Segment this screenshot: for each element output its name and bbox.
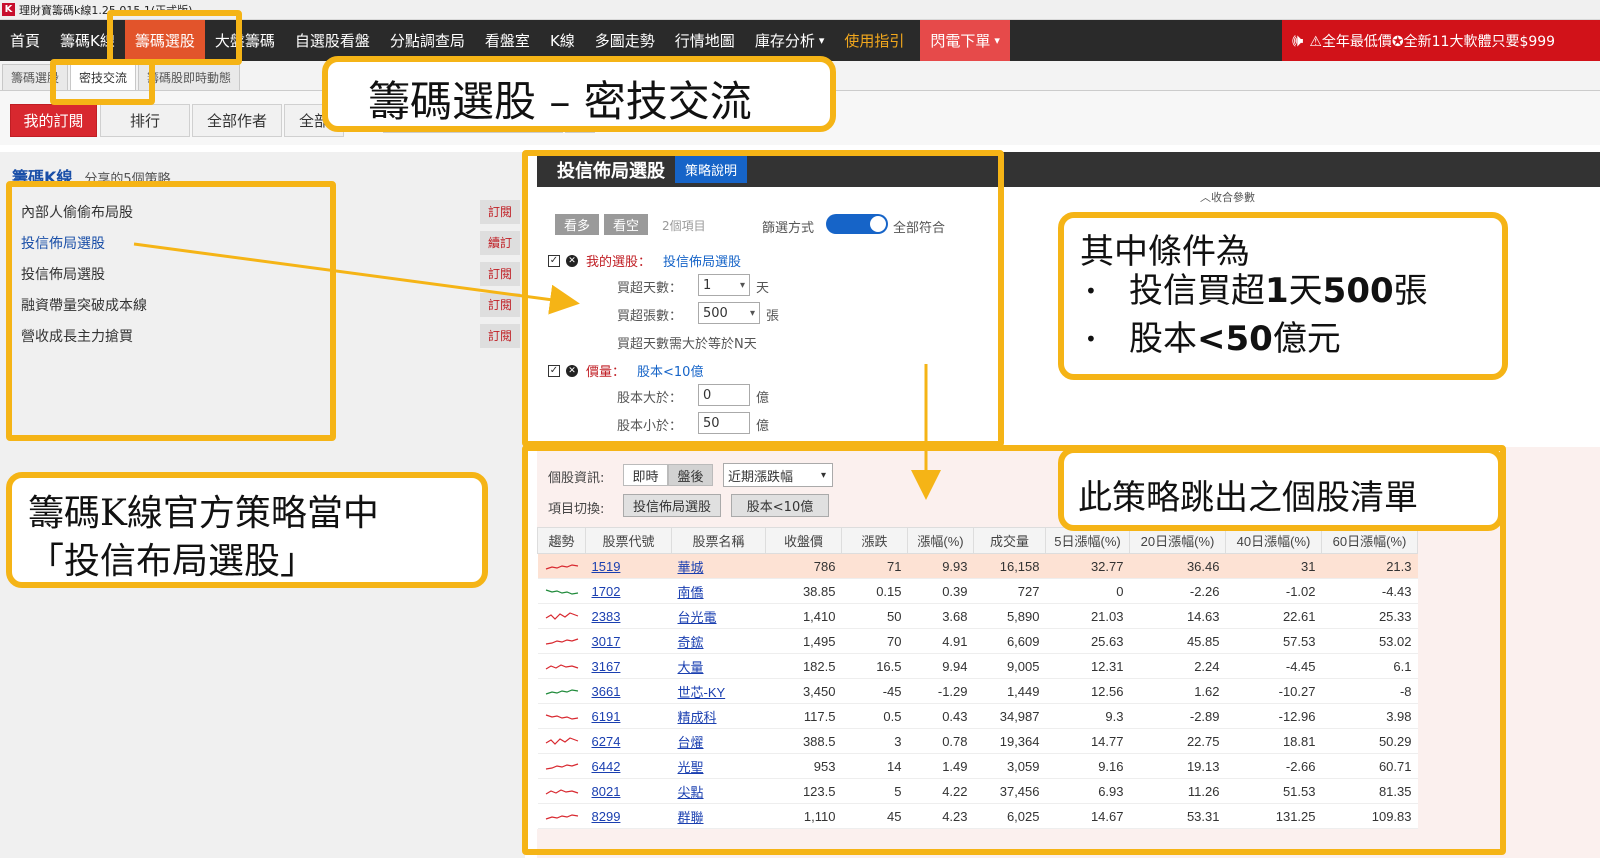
nav-guide[interactable]: 使用指引 (834, 20, 914, 61)
promo-banner[interactable]: 🕪 ⚠全年最低價✪全新11大軟體只要$999 (1282, 20, 1600, 61)
callout-left-line2: 「投信布局選股」 (28, 541, 317, 582)
my-subscriptions-button[interactable]: 我的訂閱 (10, 104, 97, 137)
nav-inventory-label: 庫存分析 (754, 32, 815, 50)
callout-conditions-bullets: • 投信買超 1 天 500 張 • 股本 <50 億元 (1085, 267, 1428, 363)
bullet-number: <50 (1197, 319, 1273, 359)
nav-home[interactable]: 首頁 (0, 20, 50, 61)
bullet-text: 股本 (1129, 319, 1197, 359)
bullet-dot-icon: • (1085, 327, 1097, 351)
collapse-params-toggle[interactable]: ︿收合參數 (1200, 189, 1255, 205)
bullet-text: 投信買超 (1129, 271, 1265, 311)
chevron-down-icon: ▾ (994, 34, 1000, 47)
callout-conditions-title: 其中條件為 (1080, 232, 1250, 272)
app-logo-icon: K (2, 3, 15, 16)
collapse-label: 收合參數 (1211, 191, 1255, 204)
bullet-number: 500 (1322, 271, 1394, 311)
callout-left-line1: 籌碼K線官方策略當中 (28, 493, 379, 534)
nav-multi-chart[interactable]: 多圖走勢 (585, 20, 665, 61)
bullet-number: 1 (1265, 271, 1289, 311)
renew-button[interactable]: 續訂 (480, 230, 520, 255)
bullet-text: 億元 (1272, 319, 1341, 359)
bullet-text: 張 (1393, 271, 1428, 311)
callout-list-text: 此策略跳出之個股清單 (1078, 478, 1418, 518)
nav-kline[interactable]: K線 (540, 20, 585, 61)
speaker-icon: 🕪 (1292, 30, 1304, 51)
condition-bullet-1: • 投信買超 1 天 500 張 (1085, 267, 1428, 315)
subscribe-button[interactable]: 訂閱 (480, 292, 520, 317)
nav-inventory-analysis[interactable]: 庫存分析 ▾ (745, 20, 835, 61)
chevron-up-icon: ︿ (1200, 191, 1211, 204)
promo-text: ⚠全年最低價✪全新11大軟體只要$999 (1309, 33, 1556, 50)
nav-market-map[interactable]: 行情地圖 (665, 20, 745, 61)
nav-quick-order-label: 閃電下單 (930, 32, 991, 50)
panel-header-strip (1000, 152, 1600, 187)
highlight-params (522, 150, 1004, 447)
callout-top-text: 籌碼選股 – 密技交流 (368, 77, 752, 126)
nav-branch-survey[interactable]: 分點調查局 (380, 20, 475, 61)
nav-watchlist[interactable]: 自選股看盤 (285, 20, 380, 61)
subscribe-button[interactable]: 訂閱 (480, 323, 520, 348)
chevron-down-icon: ▾ (818, 34, 825, 47)
bullet-dot-icon: • (1085, 279, 1097, 303)
condition-bullet-2: • 股本 <50 億元 (1085, 315, 1428, 363)
highlight-nav-screener (107, 10, 242, 65)
ranking-button[interactable]: 排行 (100, 104, 190, 137)
highlight-tab-tips (50, 59, 155, 105)
subscribe-button[interactable]: 訂閱 (480, 199, 520, 224)
all-authors-button[interactable]: 全部作者 (192, 104, 282, 137)
highlight-strategy-list (6, 181, 336, 441)
nav-trading-room[interactable]: 看盤室 (475, 20, 540, 61)
subscribe-button[interactable]: 訂閱 (480, 261, 520, 286)
bullet-text: 天 (1288, 271, 1323, 311)
nav-quick-order[interactable]: 閃電下單 ▾ (920, 20, 1010, 61)
